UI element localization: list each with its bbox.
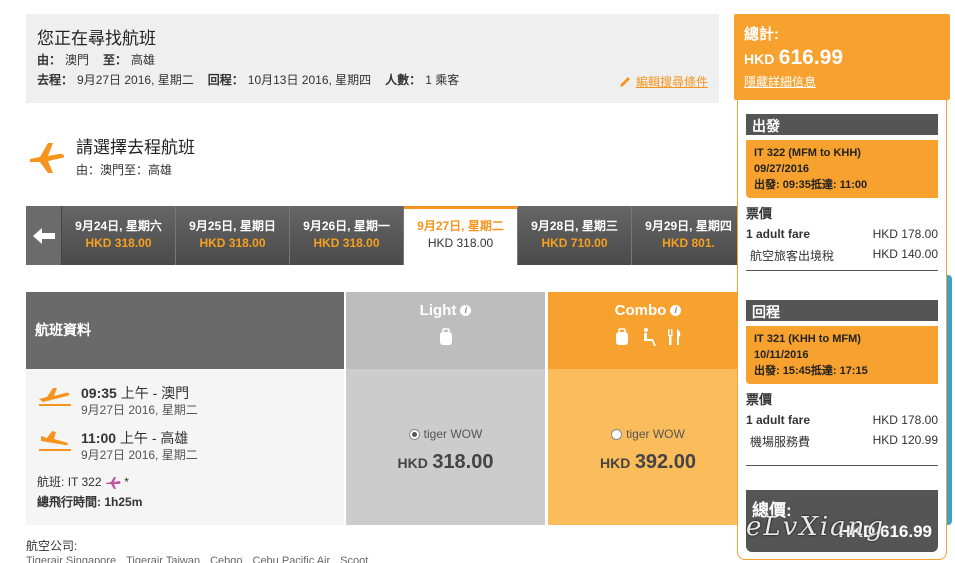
grand-total: 總價: HKD 616.99 (746, 490, 938, 552)
hide-details-link[interactable]: 隱藏詳細信息 (744, 73, 940, 90)
airline-plane-icon (105, 476, 121, 489)
depart-flight-card: IT 322 (MFM to KHH) 09/27/2016 出發: 09:35… (746, 140, 938, 198)
depart-section-header: 出發 (746, 114, 938, 135)
total-summary: 總計: HKD 616.99 隱藏詳細信息 (734, 14, 950, 100)
combo-fare-radio[interactable] (611, 428, 623, 440)
pencil-icon (619, 76, 630, 87)
price-details-panel: 出發 IT 322 (MFM to KHH) 09/27/2016 出發: 09… (737, 100, 947, 560)
search-route: 由： 澳門 至： 高雄 (37, 53, 156, 67)
carry-on-bag-icon (439, 328, 452, 345)
previous-dates-button[interactable] (26, 206, 62, 265)
takeoff-icon (39, 388, 71, 406)
light-fare-radio[interactable] (408, 428, 420, 440)
seat-icon (644, 328, 656, 346)
price-row: 航空旅客出境稅 HKD 140.00 (750, 247, 938, 263)
divider (746, 465, 938, 466)
airlines-list: Tigerair Singapore Tigerair Taiwan Cebgo… (26, 555, 368, 563)
light-fare-option[interactable]: tiger WOW HKD 318.00 (346, 369, 545, 525)
arrow-left-icon (32, 227, 55, 244)
return-section-header: 回程 (746, 300, 938, 321)
date-tab[interactable]: 9月26日, 星期一 HKD 318.00 (290, 206, 404, 265)
plane-icon (30, 143, 65, 173)
date-tab[interactable]: 9月24日, 星期六 HKD 318.00 (62, 206, 176, 265)
price-row: 機場服務費 HKD 120.99 (750, 433, 938, 449)
flight-duration: 總飛行時間: 1h25m (37, 495, 143, 509)
search-summary: 您正在尋找航班 由： 澳門 至： 高雄 去程： 9月27日 2016, 星期二 回程： 10… (26, 14, 719, 103)
date-selector: 9月24日, 星期六 HKD 318.00 9月25日, 星期日 HKD 318.0… (26, 206, 746, 265)
airline-item: Cebgo (210, 555, 243, 563)
price-row: 1 adult fare HKD 178.00 (746, 413, 938, 427)
flight-number: 航班: IT 322 * (37, 475, 129, 489)
divider (746, 270, 938, 271)
search-title: 您正在尋找航班 (37, 29, 156, 48)
date-tab[interactable]: 9月28日, 星期三 HKD 710.00 (518, 206, 632, 265)
select-route: 由：澳門至：高雄 (76, 163, 173, 177)
price-row: 1 adult fare HKD 178.00 (746, 227, 938, 241)
airline-item: Tigerair Singapore (26, 555, 117, 563)
airline-item: Cebu Pacific Air (252, 555, 331, 563)
search-dates: 去程： 9月27日 2016, 星期二 回程： 10月13日 2016, 星期四 人數：… (37, 73, 460, 87)
landing-icon (39, 431, 71, 451)
return-flight-card: IT 321 (KHH to MFM) 10/11/2016 出發: 15:45… (746, 326, 938, 384)
date-tab-selected[interactable]: 9月27日, 星期二 HKD 318.00 (404, 206, 518, 265)
airline-item: Scoot (340, 555, 369, 563)
select-title: 請選擇去程航班 (76, 138, 195, 157)
info-icon[interactable]: i (460, 305, 472, 316)
meal-icon (668, 329, 681, 345)
date-tab[interactable]: 9月25日, 星期日 HKD 318.00 (176, 206, 290, 265)
light-fare-header: Light i (346, 292, 545, 369)
combo-fare-header: Combo i (548, 292, 748, 369)
info-icon[interactable]: i (670, 305, 682, 316)
flight-info-header: 航班資料 (26, 292, 344, 369)
flight-info: 09:35 上午 - 澳門 9月27日 2016, 星期二 11:00 上午 -… (26, 369, 344, 525)
airline-item: Tigerair Taiwan (126, 555, 201, 563)
carry-on-bag-icon (616, 328, 628, 345)
airlines-label: 航空公司: (26, 539, 78, 553)
total-price: HKD 616.99 (744, 46, 844, 69)
combo-fare-option[interactable]: tiger WOW HKD 392.00 (548, 369, 748, 525)
date-tab[interactable]: 9月29日, 星期四 HKD 801. (632, 206, 746, 265)
edit-search-link[interactable]: 編輯搜尋條件 (618, 73, 708, 90)
